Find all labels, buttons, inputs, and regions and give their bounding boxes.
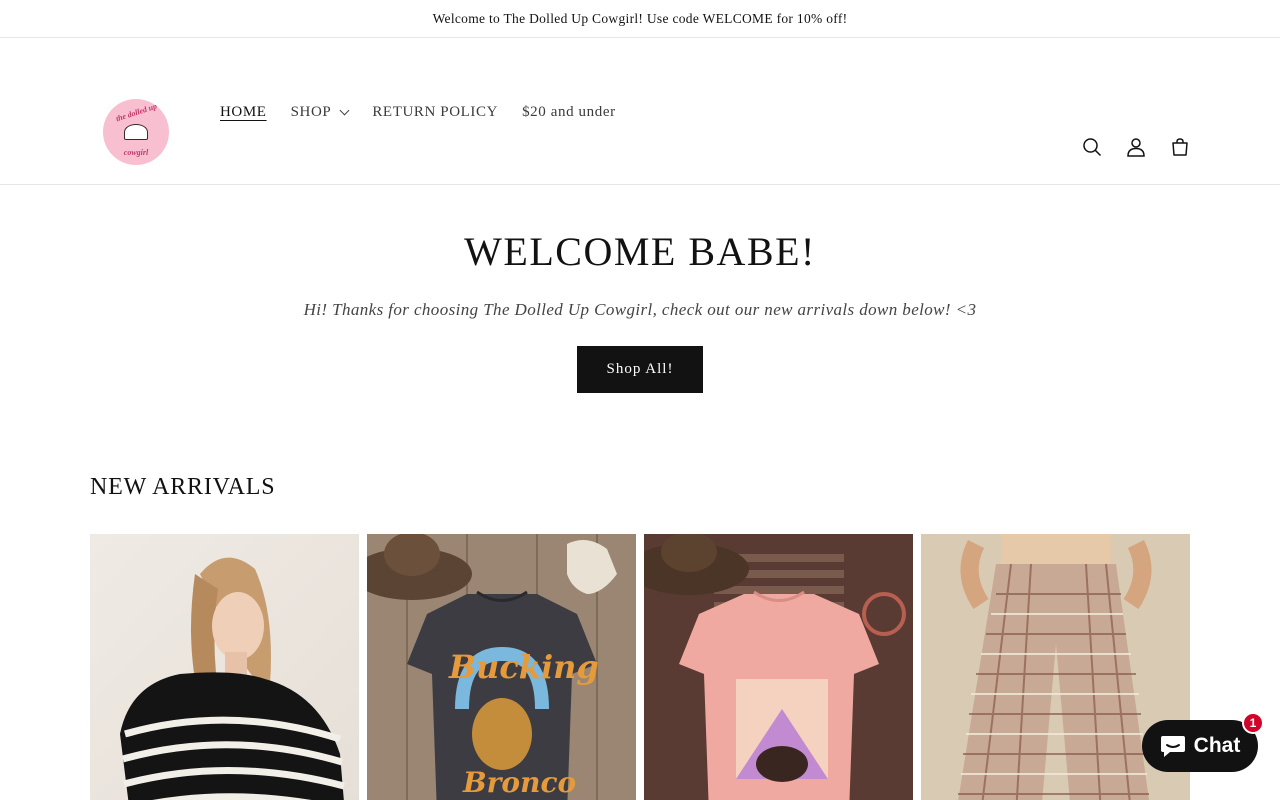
- logo-badge: the dolled up cowgirl: [103, 99, 169, 165]
- nav-item-under-20[interactable]: $20 and under: [522, 104, 616, 121]
- hero-title: WELCOME BABE!: [464, 229, 816, 274]
- chat-notification-badge: 1: [1242, 712, 1264, 734]
- nav-item-label: HOME: [220, 103, 267, 120]
- product-graphic-text-bucking: Bucking: [449, 648, 599, 686]
- product-card-bucking-bronco-tee[interactable]: Bucking Bronco: [367, 534, 636, 800]
- site-header: the dolled up cowgirl HOME SHOP RETURN P…: [0, 38, 1280, 185]
- chat-label: Chat: [1193, 734, 1241, 757]
- hero-subtitle: Hi! Thanks for choosing The Dolled Up Co…: [303, 300, 977, 319]
- logo-text-top: the dolled up: [114, 101, 158, 124]
- search-icon[interactable]: [1082, 136, 1102, 158]
- new-arrivals-title: NEW ARRIVALS: [90, 474, 276, 500]
- announcement-text: Welcome to The Dolled Up Cowgirl! Use co…: [432, 10, 848, 26]
- product-card-pink-western-tee[interactable]: [644, 534, 913, 800]
- chat-bubble-icon: [1160, 736, 1185, 757]
- chat-button[interactable]: Chat: [1142, 720, 1258, 772]
- nav-item-label: $20 and under: [522, 103, 616, 120]
- cowgirl-hat-icon: [124, 124, 148, 140]
- cart-icon[interactable]: [1170, 136, 1190, 158]
- nav-item-label: SHOP: [290, 103, 332, 120]
- nav-item-return-policy[interactable]: RETURN POLICY: [372, 104, 498, 121]
- logo-text-bottom: cowgirl: [123, 148, 149, 157]
- nav-item-shop[interactable]: SHOP: [290, 103, 350, 121]
- announcement-bar: Welcome to The Dolled Up Cowgirl! Use co…: [0, 0, 1280, 38]
- account-icon[interactable]: [1126, 136, 1146, 158]
- shop-all-button[interactable]: Shop All!: [577, 346, 703, 393]
- nav-item-home[interactable]: HOME: [220, 104, 267, 121]
- product-graphic-text-bronco: Bronco: [463, 766, 577, 799]
- product-grid: Bucking Bronco: [90, 534, 1190, 800]
- main-nav: HOME SHOP RETURN POLICY $20 and under: [220, 100, 640, 124]
- logo[interactable]: the dolled up cowgirl: [90, 70, 182, 194]
- product-image: [120, 557, 345, 800]
- chevron-down-icon: [339, 105, 350, 115]
- nav-item-label: RETURN POLICY: [372, 103, 499, 120]
- product-image: [644, 534, 913, 800]
- header-icons: [1082, 136, 1190, 158]
- product-card-striped-sweater[interactable]: [90, 534, 359, 800]
